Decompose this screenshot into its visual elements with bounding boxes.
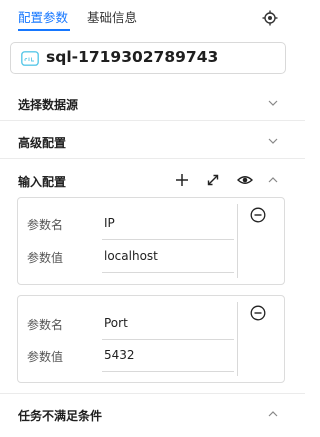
chevron-down-icon	[268, 100, 278, 106]
section-title: 选择数据源	[18, 98, 79, 112]
section-datasource[interactable]: 选择数据源	[0, 86, 305, 120]
param-name-input[interactable]: Port	[104, 316, 128, 330]
param-card: 参数名 IP 参数值 localhost	[17, 197, 285, 285]
chevron-up-icon	[268, 411, 278, 417]
param-value-input[interactable]: 5432	[104, 348, 135, 362]
chevron-up-icon	[268, 177, 278, 183]
plus-icon[interactable]	[174, 172, 190, 188]
remove-circle-icon[interactable]	[250, 207, 266, 223]
tab-basic-info[interactable]: 基础信息	[87, 7, 137, 26]
node-name: sql-1719302789743	[46, 48, 219, 66]
section-task-condition[interactable]: 任务不满足条件	[0, 397, 305, 431]
input-underline	[102, 239, 234, 240]
divider	[0, 158, 305, 159]
section-title: 输入配置	[18, 175, 67, 189]
divider	[0, 120, 305, 121]
eye-icon[interactable]	[237, 172, 253, 188]
section-title: 任务不满足条件	[18, 409, 103, 423]
divider	[0, 393, 305, 394]
param-name-input[interactable]: IP	[104, 216, 115, 230]
section-title: 高级配置	[18, 136, 67, 150]
param-name-label: 参数名	[27, 318, 64, 332]
input-underline	[102, 371, 234, 372]
input-underline	[102, 339, 234, 340]
section-input-config[interactable]: 输入配置	[0, 163, 305, 197]
sql-file-icon	[21, 51, 39, 66]
active-tab-indicator	[18, 29, 70, 31]
param-name-label: 参数名	[27, 218, 64, 232]
section-advanced[interactable]: 高级配置	[0, 124, 305, 158]
chevron-down-icon	[268, 138, 278, 144]
remove-circle-icon[interactable]	[250, 305, 266, 321]
tab-config-params[interactable]: 配置参数	[18, 7, 68, 26]
param-card: 参数名 Port 参数值 5432	[17, 295, 285, 383]
param-value-input[interactable]: localhost	[104, 249, 158, 263]
input-underline	[102, 272, 234, 273]
card-separator	[237, 302, 238, 376]
expand-icon[interactable]	[205, 172, 221, 188]
param-value-label: 参数值	[27, 350, 64, 364]
locate-icon[interactable]	[262, 10, 278, 26]
param-value-label: 参数值	[27, 251, 64, 265]
tab-bar: 配置参数 基础信息	[0, 0, 305, 32]
card-separator	[237, 204, 238, 278]
node-name-field[interactable]: sql-1719302789743	[10, 42, 286, 74]
